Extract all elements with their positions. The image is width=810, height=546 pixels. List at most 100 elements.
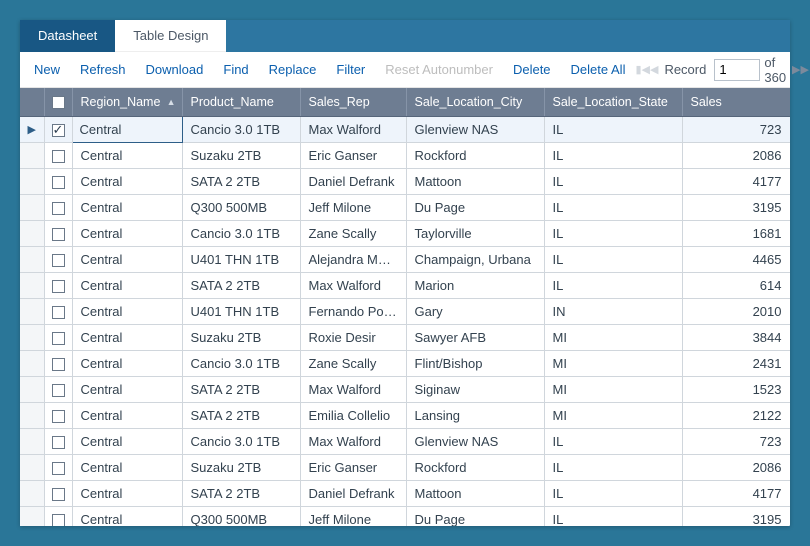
cell-city[interactable]: Du Page [406, 506, 544, 526]
delete-button[interactable]: Delete [503, 52, 561, 88]
cell-rep[interactable]: Zane Scally [300, 220, 406, 246]
cell-sales[interactable]: 4177 [682, 480, 790, 506]
cell-region[interactable]: Central [72, 454, 182, 480]
table-row[interactable]: CentralSATA 2 2TBDaniel DefrankMattoonIL… [20, 480, 790, 506]
table-row[interactable]: CentralU401 THN 1TBFernando PondsGaryIN2… [20, 298, 790, 324]
cell-product[interactable]: Suzaku 2TB [182, 454, 300, 480]
cell-sales[interactable]: 4177 [682, 168, 790, 194]
cell-region[interactable]: Central [72, 116, 182, 142]
cell-state[interactable]: IL [544, 142, 682, 168]
row-checkbox[interactable] [44, 142, 72, 168]
replace-button[interactable]: Replace [259, 52, 327, 88]
last-record-icon[interactable]: ▶▮ [801, 52, 810, 88]
cell-region[interactable]: Central [72, 506, 182, 526]
cell-sales[interactable]: 4465 [682, 246, 790, 272]
new-button[interactable]: New [24, 52, 70, 88]
next-record-icon[interactable]: ▶ [792, 52, 800, 88]
cell-city[interactable]: Gary [406, 298, 544, 324]
row-checkbox[interactable] [44, 402, 72, 428]
cell-region[interactable]: Central [72, 168, 182, 194]
record-input[interactable] [714, 59, 760, 81]
cell-rep[interactable]: Eric Ganser [300, 454, 406, 480]
cell-city[interactable]: Rockford [406, 454, 544, 480]
cell-city[interactable]: Glenview NAS [406, 428, 544, 454]
cell-state[interactable]: IL [544, 194, 682, 220]
cell-sales[interactable]: 3195 [682, 194, 790, 220]
cell-city[interactable]: Flint/Bishop [406, 350, 544, 376]
cell-city[interactable]: Mattoon [406, 168, 544, 194]
row-checkbox[interactable] [44, 298, 72, 324]
cell-rep[interactable]: Max Walford [300, 116, 406, 142]
cell-region[interactable]: Central [72, 142, 182, 168]
header-sales[interactable]: Sales [682, 88, 790, 116]
table-row[interactable]: CentralSATA 2 2TBMax WalfordMarionIL614 [20, 272, 790, 298]
cell-rep[interactable]: Daniel Defrank [300, 480, 406, 506]
delete-all-button[interactable]: Delete All [561, 52, 636, 88]
cell-city[interactable]: Rockford [406, 142, 544, 168]
cell-product[interactable]: Cancio 3.0 1TB [182, 220, 300, 246]
cell-city[interactable]: Champaign, Urbana [406, 246, 544, 272]
cell-state[interactable]: IL [544, 480, 682, 506]
row-checkbox[interactable] [44, 376, 72, 402]
cell-sales[interactable]: 2086 [682, 142, 790, 168]
header-product[interactable]: Product_Name [182, 88, 300, 116]
header-state[interactable]: Sale_Location_State [544, 88, 682, 116]
row-checkbox[interactable] [44, 350, 72, 376]
cell-sales[interactable]: 723 [682, 116, 790, 142]
cell-state[interactable]: MI [544, 376, 682, 402]
cell-state[interactable]: IL [544, 506, 682, 526]
table-row[interactable]: ▶CentralCancio 3.0 1TBMax WalfordGlenvie… [20, 116, 790, 142]
cell-state[interactable]: IL [544, 454, 682, 480]
cell-product[interactable]: Q300 500MB [182, 194, 300, 220]
cell-region[interactable]: Central [72, 350, 182, 376]
download-button[interactable]: Download [136, 52, 214, 88]
tab-table-design[interactable]: Table Design [115, 20, 226, 52]
cell-region[interactable]: Central [72, 194, 182, 220]
cell-rep[interactable]: Max Walford [300, 376, 406, 402]
row-checkbox[interactable] [44, 480, 72, 506]
cell-region[interactable]: Central [72, 376, 182, 402]
row-checkbox[interactable] [44, 246, 72, 272]
table-row[interactable]: CentralSuzaku 2TBEric GanserRockfordIL20… [20, 142, 790, 168]
table-row[interactable]: CentralCancio 3.0 1TBZane ScallyTaylorvi… [20, 220, 790, 246]
cell-city[interactable]: Mattoon [406, 480, 544, 506]
cell-product[interactable]: SATA 2 2TB [182, 272, 300, 298]
row-checkbox[interactable] [44, 272, 72, 298]
cell-region[interactable]: Central [72, 298, 182, 324]
cell-rep[interactable]: Max Walford [300, 272, 406, 298]
cell-product[interactable]: U401 THN 1TB [182, 246, 300, 272]
cell-sales[interactable]: 2086 [682, 454, 790, 480]
cell-city[interactable]: Marion [406, 272, 544, 298]
cell-city[interactable]: Glenview NAS [406, 116, 544, 142]
table-row[interactable]: CentralSATA 2 2TBMax WalfordSiginawMI152… [20, 376, 790, 402]
cell-region[interactable]: Central [72, 220, 182, 246]
table-row[interactable]: CentralQ300 500MBJeff MiloneDu PageIL319… [20, 506, 790, 526]
cell-rep[interactable]: Alejandra Maybee [300, 246, 406, 272]
cell-rep[interactable]: Fernando Ponds [300, 298, 406, 324]
cell-rep[interactable]: Max Walford [300, 428, 406, 454]
cell-state[interactable]: IL [544, 272, 682, 298]
table-row[interactable]: CentralSuzaku 2TBRoxie DesirSawyer AFBMI… [20, 324, 790, 350]
row-checkbox[interactable] [44, 220, 72, 246]
table-row[interactable]: CentralSATA 2 2TBDaniel DefrankMattoonIL… [20, 168, 790, 194]
table-row[interactable]: CentralCancio 3.0 1TBZane ScallyFlint/Bi… [20, 350, 790, 376]
table-row[interactable]: CentralSuzaku 2TBEric GanserRockfordIL20… [20, 454, 790, 480]
cell-product[interactable]: SATA 2 2TB [182, 480, 300, 506]
cell-rep[interactable]: Jeff Milone [300, 506, 406, 526]
data-grid[interactable]: Region_Name▲ Product_Name Sales_Rep Sale… [20, 88, 790, 526]
table-row[interactable]: CentralU401 THN 1TBAlejandra MaybeeChamp… [20, 246, 790, 272]
cell-rep[interactable]: Emilia Collelio [300, 402, 406, 428]
filter-button[interactable]: Filter [326, 52, 375, 88]
cell-product[interactable]: SATA 2 2TB [182, 402, 300, 428]
cell-region[interactable]: Central [72, 246, 182, 272]
cell-product[interactable]: Suzaku 2TB [182, 324, 300, 350]
cell-sales[interactable]: 2431 [682, 350, 790, 376]
row-checkbox[interactable] [44, 194, 72, 220]
cell-state[interactable]: MI [544, 350, 682, 376]
cell-region[interactable]: Central [72, 402, 182, 428]
tab-datasheet[interactable]: Datasheet [20, 20, 115, 52]
cell-product[interactable]: SATA 2 2TB [182, 168, 300, 194]
cell-region[interactable]: Central [72, 324, 182, 350]
cell-product[interactable]: Cancio 3.0 1TB [182, 116, 300, 142]
cell-rep[interactable]: Jeff Milone [300, 194, 406, 220]
